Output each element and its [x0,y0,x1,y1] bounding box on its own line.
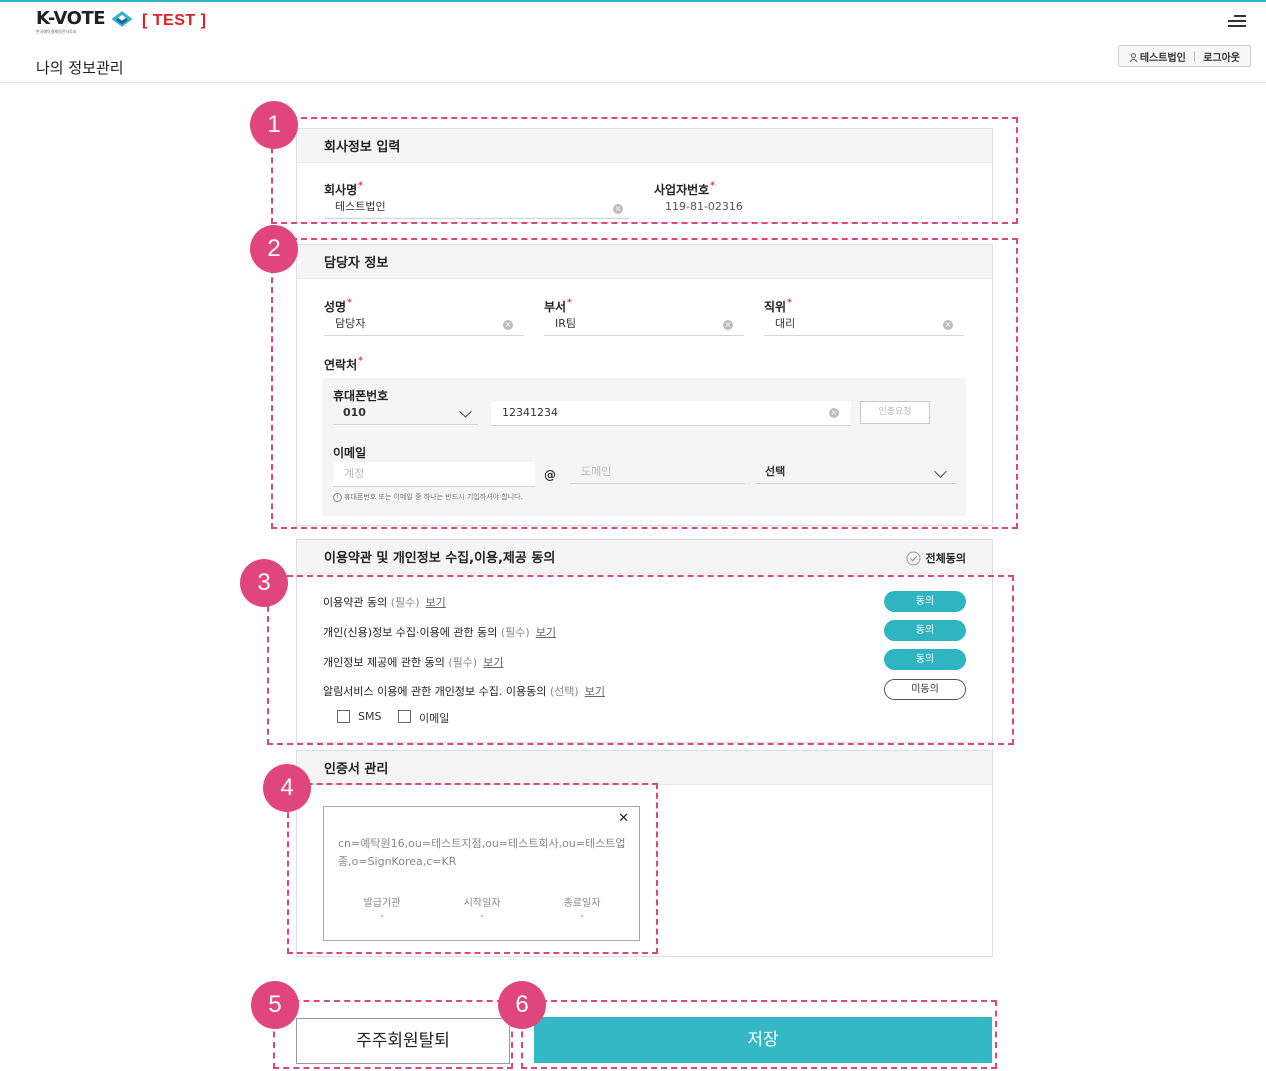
position-field[interactable]: 대리 [764,314,964,336]
position-label: 직위* [764,298,792,314]
terms-item-3: 개인정보 제공에 관한 동의 (필수) 보기 [323,656,504,669]
clear-position-icon[interactable]: × [943,320,953,330]
user-icon [1129,52,1138,62]
view-terms-2-link[interactable]: 보기 [536,626,556,639]
manager-name-label: 성명* [324,298,352,314]
save-button[interactable]: 저장 [534,1017,992,1063]
terms-item-1: 이용약관 동의 (필수) 보기 [323,596,446,609]
business-number-label: 사업자번호* [654,181,715,197]
end-date-value: - [580,911,584,922]
email-domain-select[interactable]: 선택 [755,462,957,484]
contact-box: 휴대폰번호 010 12341234 × 인증요청 이메일 계정 @ 도메인 선… [323,378,966,516]
sms-checkbox-label: SMS [358,710,382,723]
withdraw-membership-button[interactable]: 주주회원탈퇴 [296,1018,510,1064]
email-domain-select-value: 선택 [765,465,786,478]
annotation-badge-6: 6 [498,981,546,1029]
agree-all-toggle[interactable]: 전체동의 [906,550,966,566]
agree-all-label: 전체동의 [925,552,966,565]
phone-number-value: 12341234 [502,406,558,419]
email-domain-field[interactable]: 도메인 [570,462,745,484]
annotation-badge-4: 4 [263,764,311,812]
sms-checkbox[interactable] [337,710,350,723]
certificate-title: 인증서 관리 [297,751,992,785]
info-circle-icon: ! [333,493,342,502]
certificate-dn: cn=예탁원16,ou=테스트지점,ou=테스트회사,ou=테스트업종,o=Si… [338,837,626,868]
company-name-value: 테스트법인 [335,200,386,213]
phone-prefix-value: 010 [343,406,366,419]
department-value: IR팀 [555,317,577,330]
department-label: 부서* [544,298,572,314]
user-box: 테스트법인 | 로그아웃 [1117,45,1251,67]
user-name-link[interactable]: 테스트법인 [1140,49,1186,64]
email-account-placeholder: 계정 [344,467,365,480]
email-label: 이메일 [333,446,367,460]
company-info-title: 회사정보 입력 [297,129,992,163]
issuer-value: - [380,911,384,922]
terms-2-agree-button[interactable]: 동의 [884,620,966,641]
email-checkbox[interactable] [398,710,411,723]
header-divider [0,82,1266,83]
manager-name-value: 담당자 [335,317,366,330]
email-account-field[interactable]: 계정 [333,462,535,487]
k-vote-logo[interactable]: K-VOTE 한국예탁결제원전자투표 [36,8,133,34]
annotation-badge-1: 1 [250,101,298,149]
company-name-label: 회사명* [324,181,363,197]
user-box-separator: | [1192,50,1197,62]
logout-link[interactable]: 로그아웃 [1203,49,1240,64]
annotation-badge-2: 2 [250,225,298,273]
contact-notice-text: 휴대폰번호 또는 이메일 중 하나는 반드시 기입하셔야 합니다. [344,493,523,501]
logo-hexagon-icon [111,11,133,27]
clear-manager-name-icon[interactable]: × [503,320,513,330]
manager-name-field[interactable]: 담당자 [324,314,524,336]
terms-title-bar: 이용약관 및 개인정보 수집,이용,제공 동의 [297,540,992,574]
terms-item-4: 알림서비스 이용에 관한 개인정보 수집. 이용동의 (선택) 보기 [323,685,605,698]
email-domain-placeholder: 도메인 [581,465,612,478]
manager-info-title: 담당자 정보 [297,245,992,279]
terms-1-agree-button[interactable]: 동의 [884,591,966,612]
phone-number-field[interactable]: 12341234 [491,401,851,426]
certificate-card[interactable]: ✕ cn=예탁원16,ou=테스트지점,ou=테스트회사,ou=테스트업종,o=… [323,806,640,941]
annotation-badge-5: 5 [251,981,299,1029]
position-value: 대리 [775,317,796,330]
clear-department-icon[interactable]: × [723,320,733,330]
issuer-label: 발급기관 [363,898,401,909]
certificate-section: 인증서 관리 ✕ cn=예탁원16,ou=테스트지점,ou=테스트회사,ou=테… [296,750,993,957]
view-terms-4-link[interactable]: 보기 [585,685,605,698]
email-at-sign: @ [544,468,556,482]
contact-label: 연락처* [324,356,363,372]
phone-label: 휴대폰번호 [333,389,389,403]
page-title: 나의 정보관리 [36,59,124,77]
remove-certificate-close-icon[interactable]: ✕ [618,811,629,826]
verify-request-button[interactable]: 인증요청 [860,401,930,424]
terms-3-agree-button[interactable]: 동의 [884,649,966,670]
view-terms-3-link[interactable]: 보기 [483,656,503,669]
company-info-section: 회사정보 입력 회사명* 테스트법인 × 사업자번호* 119-81-02316 [296,128,993,223]
business-number-value: 119-81-02316 [665,200,743,213]
clear-company-name-icon[interactable]: × [613,204,623,214]
terms-agreement-section: 이용약관 및 개인정보 수집,이용,제공 동의 전체동의 이용약관 동의 (필수… [296,539,993,743]
logo-subtitle: 한국예탁결제원전자투표 [36,29,77,34]
business-number-field: 119-81-02316 [654,197,954,219]
start-date-label: 시작일자 [463,898,501,909]
start-date-value: - [480,911,484,922]
clear-phone-number-icon[interactable]: × [829,408,839,418]
agree-all-check-circle-icon [906,551,921,565]
terms-title: 이용약관 및 개인정보 수집,이용,제공 동의 [324,551,556,566]
manager-info-section: 담당자 정보 성명* 담당자 × 부서* IR팀 × 직위* 대리 × 연락처*… [296,244,993,526]
view-terms-1-link[interactable]: 보기 [426,596,446,609]
email-checkbox-label: 이메일 [419,712,450,725]
top-accent-line [0,0,1266,2]
test-environment-tag: [ TEST ] [142,12,207,29]
end-date-label: 종료일자 [563,898,601,909]
phone-prefix-select[interactable]: 010 [333,403,478,425]
logo-text: K-VOTE [36,8,106,29]
annotation-badge-3: 3 [240,559,288,607]
contact-notice: ! 휴대폰번호 또는 이메일 중 하나는 반드시 기입하셔야 합니다. [333,492,523,502]
terms-item-2: 개인(신용)정보 수집·이용에 관한 동의 (필수) 보기 [323,626,556,639]
terms-4-disagree-button[interactable]: 미동의 [884,679,966,700]
hamburger-menu-icon[interactable] [1228,14,1246,28]
department-field[interactable]: IR팀 [544,314,744,336]
company-name-field[interactable]: 테스트법인 [324,197,629,219]
